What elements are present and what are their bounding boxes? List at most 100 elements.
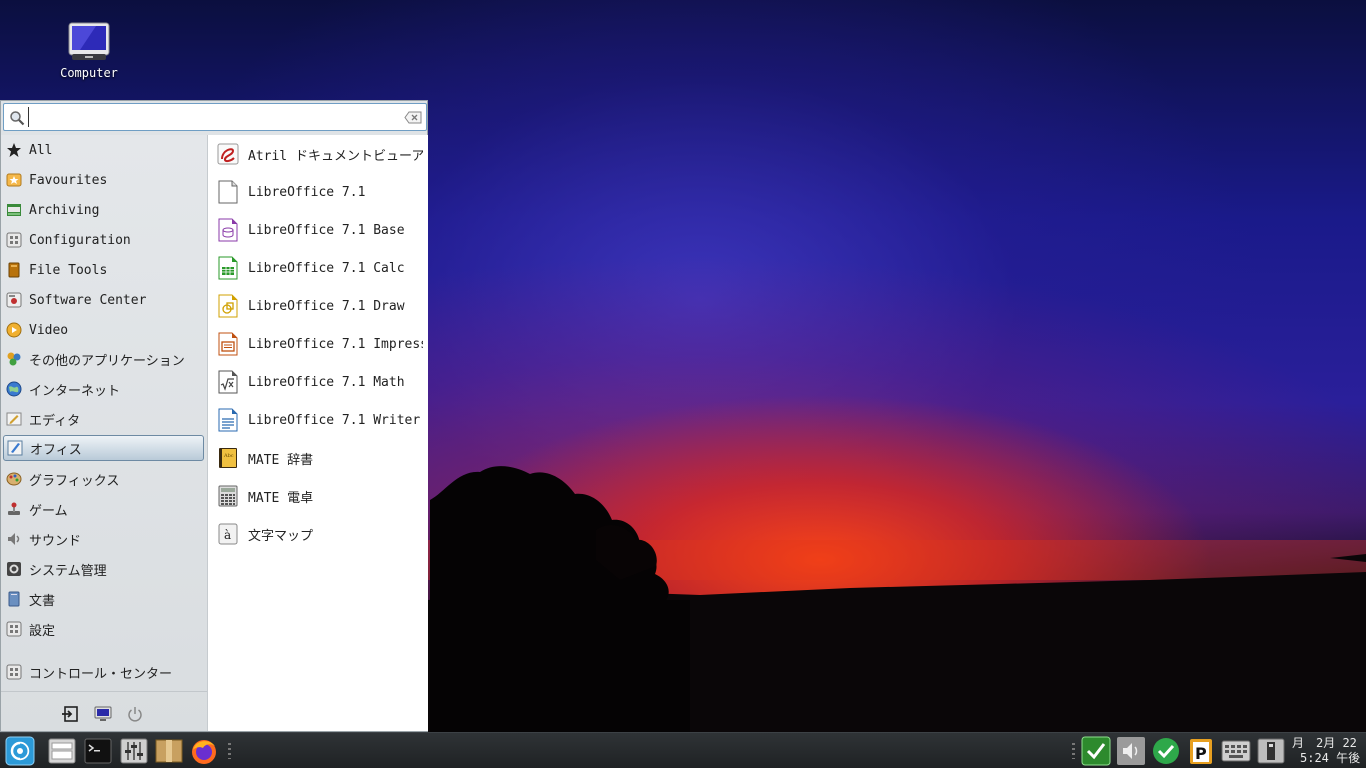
logout-icon[interactable] xyxy=(61,705,79,723)
session-actions xyxy=(1,701,207,727)
category-internet[interactable]: インターネット xyxy=(3,376,204,402)
app-label: MATE 電卓 xyxy=(248,490,314,506)
category-label: Configuration xyxy=(29,232,131,248)
clock-date: 月 2月 22 xyxy=(1292,736,1357,750)
category-label: Archiving xyxy=(29,202,100,218)
internet-icon xyxy=(6,381,22,397)
application-menu: All Favourites Archiving Configuration F… xyxy=(0,100,428,732)
taskbar: P 月 2月 22 5:24 午後 xyxy=(0,732,1366,768)
category-label: ゲーム xyxy=(29,503,68,519)
desktop-icon-computer[interactable]: Computer xyxy=(54,22,124,80)
menu-divider xyxy=(1,691,207,692)
app-libreoffice-writer[interactable]: LibreOffice 7.1 Writer xyxy=(208,401,429,439)
category-software-center[interactable]: Software Center xyxy=(3,287,204,313)
app-libreoffice[interactable]: LibreOffice 7.1 xyxy=(208,173,429,211)
usb-icon[interactable] xyxy=(1256,736,1286,766)
app-atril[interactable]: Atril ドキュメントビューア xyxy=(208,135,429,173)
search-input[interactable] xyxy=(28,107,398,127)
app-libreoffice-base[interactable]: LibreOffice 7.1 Base xyxy=(208,211,429,249)
charmap-icon: à xyxy=(218,523,238,545)
menu-icon[interactable] xyxy=(5,736,35,766)
computer-icon xyxy=(68,22,110,62)
category-label: All xyxy=(29,142,53,158)
archive-manager-icon[interactable] xyxy=(154,736,184,766)
dictionary-icon: Abc xyxy=(219,448,237,468)
mixer-icon[interactable] xyxy=(119,736,149,766)
category-settings[interactable]: 設定 xyxy=(3,616,204,642)
category-archiving[interactable]: Archiving xyxy=(3,197,204,223)
app-libreoffice-calc[interactable]: LibreOffice 7.1 Calc xyxy=(208,249,429,287)
category-game[interactable]: ゲーム xyxy=(3,496,204,522)
star-icon xyxy=(7,143,21,157)
category-office[interactable]: オフィス xyxy=(3,435,204,461)
clock[interactable]: 月 2月 22 5:24 午後 xyxy=(1292,736,1362,766)
libreoffice-icon xyxy=(218,180,238,204)
power-icon[interactable] xyxy=(126,705,144,723)
volume-icon[interactable] xyxy=(1116,736,1146,766)
software-center-icon xyxy=(6,292,22,308)
clock-time: 5:24 午後 xyxy=(1300,751,1361,765)
category-label: サウンド xyxy=(29,533,82,549)
calculator-icon xyxy=(218,485,238,507)
app-label: LibreOffice 7.1 Writer xyxy=(248,412,421,428)
app-mate-calculator[interactable]: MATE 電卓 xyxy=(208,477,429,515)
app-libreoffice-math[interactable]: LibreOffice 7.1 Math xyxy=(208,363,429,401)
category-label: その他のアプリケーション xyxy=(29,353,185,369)
system-admin-icon xyxy=(7,562,21,576)
app-mate-dictionary[interactable]: Abc MATE 辞書 xyxy=(208,439,429,477)
category-all[interactable]: All xyxy=(3,137,204,163)
other-apps-icon xyxy=(7,352,21,366)
control-center[interactable]: コントロール・センター xyxy=(3,659,204,685)
app-label: LibreOffice 7.1 xyxy=(248,184,366,200)
category-other[interactable]: その他のアプリケーション xyxy=(3,346,204,372)
app-label: MATE 辞書 xyxy=(248,452,314,468)
category-label: エディタ xyxy=(29,413,81,429)
category-label: 文書 xyxy=(29,593,56,609)
atril-icon xyxy=(217,143,239,165)
documents-icon xyxy=(8,591,20,607)
app-label: LibreOffice 7.1 Impress xyxy=(248,336,423,352)
app-character-map[interactable]: à 文字マップ xyxy=(208,515,429,553)
category-video[interactable]: Video xyxy=(3,317,204,343)
file-tools-icon xyxy=(8,262,20,278)
app-libreoffice-impress[interactable]: LibreOffice 7.1 Impress xyxy=(208,325,429,363)
category-label: File Tools xyxy=(29,262,108,278)
update-check-icon[interactable] xyxy=(1081,736,1111,766)
category-configuration[interactable]: Configuration xyxy=(3,227,204,253)
category-panel: All Favourites Archiving Configuration F… xyxy=(1,135,207,731)
category-sound[interactable]: サウンド xyxy=(3,526,204,552)
lock-screen-icon[interactable] xyxy=(94,705,112,723)
firefox-icon[interactable] xyxy=(189,736,219,766)
keyboard-icon[interactable] xyxy=(1221,736,1251,766)
configuration-icon xyxy=(6,232,22,248)
app-label: LibreOffice 7.1 Base xyxy=(248,222,405,238)
app-libreoffice-draw[interactable]: LibreOffice 7.1 Draw xyxy=(208,287,429,325)
favourites-icon xyxy=(6,173,22,187)
clipboard-icon[interactable]: P xyxy=(1186,736,1216,766)
category-label: 設定 xyxy=(29,623,56,639)
category-editor[interactable]: エディタ xyxy=(3,406,204,432)
svg-text:à: à xyxy=(224,528,231,542)
app-label: LibreOffice 7.1 Calc xyxy=(248,260,405,276)
file-manager-icon[interactable] xyxy=(47,736,77,766)
editor-icon xyxy=(6,412,22,426)
taskbar-grip xyxy=(228,743,231,759)
category-documents[interactable]: 文書 xyxy=(3,586,204,612)
terminal-icon[interactable] xyxy=(83,736,113,766)
category-graphics[interactable]: グラフィックス xyxy=(3,466,204,492)
category-file-tools[interactable]: File Tools xyxy=(3,257,204,283)
video-icon xyxy=(6,322,22,338)
clear-search-icon[interactable] xyxy=(404,111,422,124)
app-label: LibreOffice 7.1 Draw xyxy=(248,298,405,314)
category-label: Video xyxy=(29,322,69,338)
svg-text:P: P xyxy=(1195,744,1207,763)
tray-grip xyxy=(1072,743,1075,759)
svg-text:Abc: Abc xyxy=(223,453,234,459)
app-label: Atril ドキュメントビューア xyxy=(248,148,423,164)
category-favourites[interactable]: Favourites xyxy=(3,167,204,193)
office-icon xyxy=(7,440,23,456)
category-system-admin[interactable]: システム管理 xyxy=(3,556,204,582)
status-ok-icon[interactable] xyxy=(1151,736,1181,766)
category-label: システム管理 xyxy=(29,563,107,579)
app-label: 文字マップ xyxy=(248,528,314,544)
